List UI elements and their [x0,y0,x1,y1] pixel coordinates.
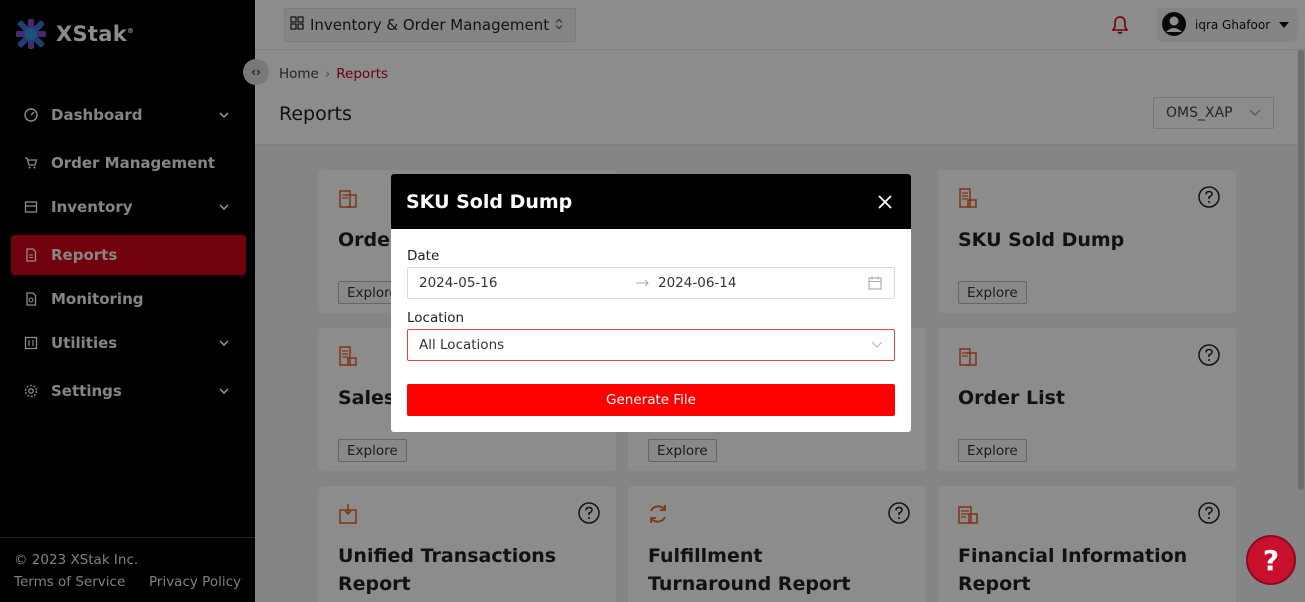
date-to-input[interactable]: 2024-06-14 [658,275,736,291]
location-select-value: All Locations [419,337,505,353]
modal-header: SKU Sold Dump [391,174,911,229]
generate-file-button[interactable]: Generate File [407,384,895,416]
modal-title: SKU Sold Dump [406,190,573,213]
location-select[interactable]: All Locations [407,329,895,361]
date-range-picker[interactable]: 2024-05-16 2024-06-14 [407,267,895,299]
date-label: Date [407,248,440,264]
close-icon[interactable] [875,192,895,212]
location-label: Location [407,310,465,326]
sku-sold-dump-modal: SKU Sold Dump Date 2024-05-16 2024-06-14… [391,174,911,432]
help-fab-button[interactable]: ? [1246,535,1296,585]
date-from-input[interactable]: 2024-05-16 [419,275,497,291]
calendar-icon [868,276,882,294]
chevron-down-icon [871,337,883,353]
arrow-right-icon [636,275,650,291]
